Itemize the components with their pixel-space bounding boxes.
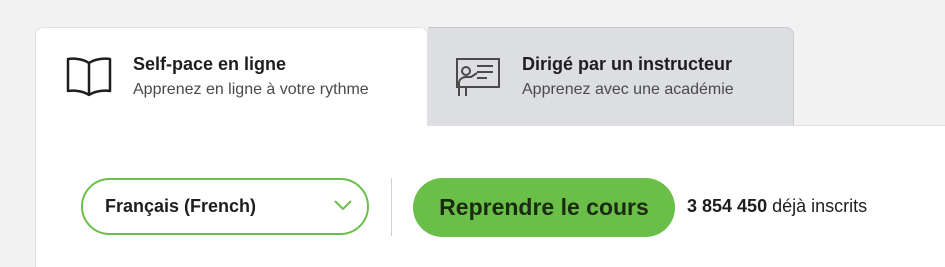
tab-text: Dirigé par un instructeur Apprenez avec …	[522, 53, 734, 101]
tab-title: Dirigé par un instructeur	[522, 53, 733, 74]
open-book-icon	[64, 52, 114, 102]
vertical-divider	[391, 178, 392, 236]
tab-subtitle: Apprenez avec une académie	[522, 80, 734, 98]
tab-instructor-led[interactable]: Dirigé par un instructeur Apprenez avec …	[428, 27, 794, 125]
course-enrollment-widget: Self-pace en ligne Apprenez en ligne à v…	[0, 0, 945, 267]
instructor-whiteboard-icon	[453, 52, 503, 102]
tab-title: Self-pace en ligne	[133, 54, 287, 74]
enrolled-count: 3 854 450	[687, 196, 768, 216]
language-select-value: Français (French)	[105, 196, 257, 216]
tab-self-paced-online[interactable]: Self-pace en ligne Apprenez en ligne à v…	[35, 27, 428, 126]
language-select[interactable]: Français (French)	[81, 178, 369, 235]
enrolled-suffix: déjà inscrits	[772, 196, 868, 216]
resume-course-label: Reprendre le cours	[439, 194, 649, 220]
tab-text: Self-pace en ligne Apprenez en ligne à v…	[133, 53, 369, 101]
delivery-mode-tabs: Self-pace en ligne Apprenez en ligne à v…	[35, 27, 794, 126]
resume-course-button[interactable]: Reprendre le cours	[413, 178, 675, 237]
chevron-down-icon	[333, 198, 353, 212]
tab-subtitle: Apprenez en ligne à votre rythme	[133, 81, 369, 98]
enrolled-count-text: 3 854 450 déjà inscrits	[687, 196, 867, 217]
